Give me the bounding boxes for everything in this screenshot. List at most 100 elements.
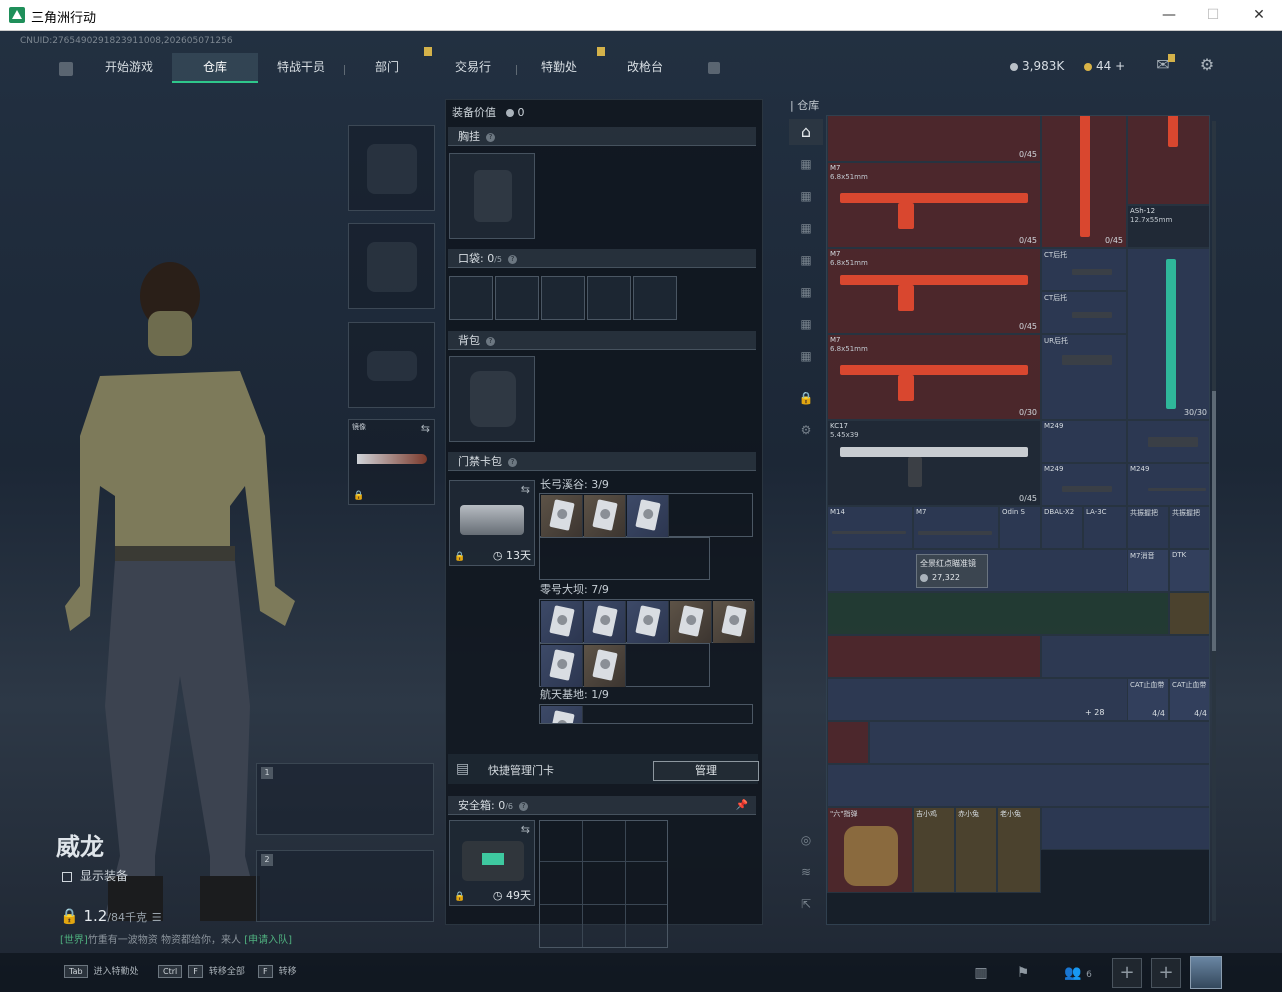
item-gun-vertical[interactable]: 0/45 — [1041, 116, 1127, 248]
keycard-item[interactable] — [827, 721, 869, 764]
help-icon[interactable]: ? — [519, 801, 529, 811]
keycard-item[interactable] — [670, 601, 712, 643]
item-m249-part[interactable]: M249 — [1041, 420, 1127, 463]
warehouse-tab-7[interactable]: ▦ — [789, 343, 823, 369]
item-kc17[interactable]: KC17 5.45x39 0/45 — [827, 420, 1041, 506]
tab-special-ops[interactable]: 特勤处 — [516, 53, 602, 83]
keycard-item[interactable] — [584, 601, 626, 643]
help-icon[interactable]: ? — [486, 132, 495, 142]
item-ash12[interactable] — [1127, 116, 1209, 205]
checkbox[interactable] — [62, 871, 72, 882]
nav-next-icon[interactable] — [708, 62, 720, 74]
tab-start-game[interactable]: 开始游戏 — [86, 53, 172, 83]
pocket-slot[interactable] — [541, 276, 585, 320]
primary-weapon-slot[interactable]: 1 — [256, 763, 434, 835]
item-green-rifle[interactable]: 30/30 — [1127, 248, 1209, 420]
item-dtk[interactable]: DTK — [1169, 549, 1209, 592]
friends-icon[interactable]: 👥 6 — [1058, 959, 1098, 987]
add-teammate-button[interactable]: + — [1112, 958, 1142, 988]
keycard-item[interactable] — [541, 601, 583, 643]
warehouse-scrollbar[interactable] — [1212, 121, 1216, 921]
item-figurine[interactable]: 赤小兔 — [955, 807, 997, 893]
flag-icon[interactable]: ⚑ — [1008, 959, 1038, 987]
backpack-slot[interactable] — [449, 356, 535, 442]
avatar[interactable] — [1190, 956, 1222, 989]
item-figurine[interactable]: 老小兔 — [997, 807, 1041, 893]
tab-trading[interactable]: 交易行 — [430, 53, 516, 83]
list-icon[interactable]: ☰ — [152, 911, 162, 924]
warehouse-tab-5[interactable]: ▦ — [789, 279, 823, 305]
keycard-item[interactable] — [713, 601, 755, 643]
hint-transfer-all[interactable]: Ctrl F 转移全部 — [158, 964, 245, 978]
keycard-item[interactable] — [627, 495, 669, 537]
item-six-finger[interactable]: "六"指弹 — [827, 807, 913, 893]
warehouse-tab-main[interactable]: ⌂ — [789, 119, 823, 145]
item-cat[interactable]: CAT止血带 4/4 — [1169, 678, 1209, 721]
secondary-weapon-slot[interactable]: 2 — [256, 850, 434, 922]
help-icon[interactable]: ? — [486, 336, 495, 346]
settings-gear-icon[interactable]: ⚙ — [1197, 55, 1217, 75]
keycard-case-slot[interactable]: ⇆ 🔒 ◷ 13天 — [449, 480, 535, 566]
add-teammate-button[interactable]: + — [1151, 958, 1181, 988]
keycard-item[interactable] — [584, 495, 626, 537]
armor-slot[interactable] — [348, 223, 435, 309]
item-part[interactable] — [1127, 420, 1209, 463]
keycard-item[interactable] — [541, 645, 583, 687]
layers-icon[interactable]: ≋ — [789, 859, 823, 885]
pistol-slot[interactable] — [348, 322, 435, 408]
chat-join-link[interactable]: [申请入队] — [244, 935, 292, 946]
item-m249-part[interactable]: M249 — [1127, 463, 1209, 506]
pocket-slot[interactable] — [495, 276, 539, 320]
warehouse-tab-1[interactable]: ▦ — [789, 151, 823, 177]
home-icon[interactable] — [59, 62, 73, 76]
swap-icon[interactable]: ⇆ — [521, 823, 530, 836]
item-ash12-label[interactable]: ASh-12 12.7x55mm — [1127, 205, 1209, 248]
item-m14[interactable]: M14 — [827, 506, 913, 549]
swap-icon[interactable]: ⇆ — [521, 483, 530, 496]
item-grip[interactable]: 共振握把 — [1127, 506, 1169, 549]
minimize-button[interactable]: — — [1146, 4, 1192, 26]
tab-warehouse[interactable]: 仓库 — [172, 53, 258, 83]
item-drink[interactable] — [1169, 592, 1209, 635]
item-grip[interactable]: 共振握把 — [1169, 506, 1209, 549]
warehouse-tab-6[interactable]: ▦ — [789, 311, 823, 337]
item-m7[interactable]: M7 6.8x51mm 0/30 — [827, 334, 1041, 420]
warehouse-tab-2[interactable]: ▦ — [789, 183, 823, 209]
item-m7[interactable]: M7 6.8x51mm 0/45 — [827, 248, 1041, 334]
hint-transfer[interactable]: F 转移 — [258, 964, 297, 978]
chest-rig-slot[interactable] — [449, 153, 535, 239]
show-gear-toggle[interactable]: 显示装备 — [62, 867, 128, 884]
knife-slot[interactable]: 镜像 ⇆ 🔒 — [348, 419, 435, 505]
safebox-slot[interactable]: ⇆ 🔒 ◷ 49天 — [449, 820, 535, 906]
item-gun[interactable]: 0/45 — [827, 116, 1041, 162]
swap-icon[interactable]: ⇆ — [421, 422, 430, 435]
item-cat[interactable]: CAT止血带 4/4 — [1127, 678, 1169, 721]
item-m249-part[interactable]: M249 — [1041, 463, 1127, 506]
gold-add-button[interactable]: + — [1115, 59, 1125, 73]
keycard-item[interactable] — [541, 706, 583, 723]
keycard-item[interactable] — [627, 601, 669, 643]
maximize-button[interactable]: ☐ — [1190, 4, 1236, 26]
item-m7-suppressor[interactable]: M7消音 — [1127, 549, 1169, 592]
item-odin[interactable]: Odin S — [999, 506, 1041, 549]
pocket-slot[interactable] — [449, 276, 493, 320]
helmet-slot[interactable] — [348, 125, 435, 211]
sort-icon[interactable]: ◎ — [789, 827, 823, 853]
tab-gunsmith[interactable]: 改枪台 — [602, 53, 688, 83]
keycard-item[interactable] — [584, 645, 626, 687]
pocket-slot[interactable] — [633, 276, 677, 320]
extend-icon[interactable]: ⇱ — [789, 891, 823, 917]
scrollbar-thumb[interactable] — [1212, 391, 1216, 651]
tab-operators[interactable]: 特战干员 — [258, 53, 344, 83]
item-stock[interactable]: CT后托 — [1041, 248, 1127, 291]
help-icon[interactable]: ? — [508, 254, 518, 264]
close-button[interactable]: ✕ — [1236, 4, 1282, 26]
item-stock[interactable]: UR后托 — [1041, 334, 1127, 420]
warehouse-tab-3[interactable]: ▦ — [789, 215, 823, 241]
item-stock[interactable]: CT后托 — [1041, 291, 1127, 334]
manage-button[interactable]: 管理 — [653, 761, 759, 781]
keycard-item[interactable] — [541, 495, 583, 537]
warehouse-settings-icon[interactable]: ⚙ — [789, 417, 823, 443]
lock-tab-icon[interactable]: 🔒 — [789, 385, 823, 411]
tab-department[interactable]: 部门 — [344, 53, 430, 83]
